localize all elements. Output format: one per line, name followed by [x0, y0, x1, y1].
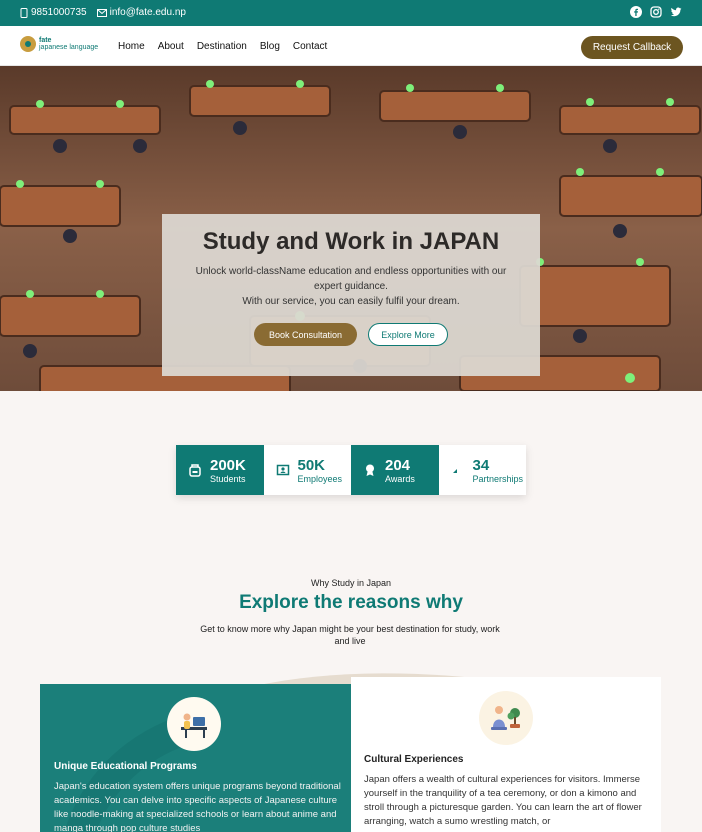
- stat-employees-text: 50K Employees: [298, 457, 343, 484]
- id-card-icon: [276, 464, 289, 476]
- hero-card: Study and Work in JAPAN Unlock world-cla…: [162, 214, 540, 376]
- logo-icon: [20, 36, 36, 52]
- phone-link[interactable]: 9851000735: [20, 7, 87, 18]
- facebook-icon[interactable]: [630, 6, 642, 18]
- stat-employees: 50K Employees: [263, 445, 351, 495]
- logo-text: fate japanese language: [39, 37, 98, 51]
- logo-line-1: fate: [39, 37, 52, 44]
- stat-value: 50K: [297, 456, 326, 474]
- instagram-icon[interactable]: [650, 6, 662, 18]
- stat-value: 204: [385, 456, 411, 474]
- phone-icon: [20, 7, 28, 18]
- stat-students: 200K Students: [176, 445, 264, 495]
- hero-section: Study and Work in JAPAN Unlock world-cla…: [0, 66, 702, 391]
- section-eyebrow: Why Study in Japan: [310, 578, 392, 588]
- card-title: Cultural Experiences: [364, 754, 464, 765]
- section-subtitle: Get to know more why Japan might be your…: [200, 624, 500, 646]
- stat-partnerships: 34 Partnerships: [438, 445, 526, 495]
- nav-item-home[interactable]: Home: [118, 41, 145, 52]
- bonsai-person-icon: [491, 706, 520, 730]
- section-title: Explore the reasons why: [239, 592, 463, 613]
- handshake-icon: [452, 469, 457, 473]
- reason-card-cultural: Cultural Experiences Japan offers a weal…: [351, 677, 661, 832]
- mail-icon: [96, 8, 107, 17]
- phone-number: 9851000735: [31, 7, 87, 18]
- nav-item-about[interactable]: About: [158, 41, 184, 52]
- stat-awards-text: 204 Awards: [385, 457, 415, 484]
- hero-description: Unlock world-className education and end…: [162, 264, 540, 309]
- hero-buttons: Book Consultation Explore More: [162, 323, 540, 346]
- stat-students-text: 200K Students: [210, 457, 246, 484]
- stat-value: 34: [472, 456, 490, 474]
- twitter-icon[interactable]: [670, 6, 682, 18]
- student-desk-icon: [181, 713, 207, 738]
- stat-label: Awards: [385, 473, 415, 484]
- graduation-icon: [189, 464, 201, 477]
- stats-bar: 200K Students 50K Employees 204 Awards 3…: [176, 445, 526, 495]
- nav-item-blog[interactable]: Blog: [260, 41, 280, 52]
- site-logo[interactable]: fate japanese language: [20, 36, 98, 52]
- logo-line-2: japanese language: [39, 44, 99, 51]
- card-illustration: [479, 691, 533, 745]
- book-consultation-button[interactable]: Book Consultation: [254, 323, 357, 346]
- card-text: Japan offers a wealth of cultural experi…: [364, 774, 642, 827]
- stat-partnerships-text: 34 Partnerships: [473, 457, 524, 484]
- card-illustration: [167, 697, 221, 751]
- explore-more-button[interactable]: Explore More: [368, 323, 448, 346]
- card-title: Unique Educational Programs: [54, 761, 197, 772]
- contact-info: 9851000735 info@fate.edu.np: [20, 7, 186, 18]
- reason-card-educational: Unique Educational Programs Japan's educ…: [40, 684, 351, 832]
- stat-label: Students: [210, 473, 246, 484]
- nav-menu: Home About Destination Blog Contact: [118, 41, 327, 52]
- top-bar: 9851000735 info@fate.edu.np: [0, 0, 702, 26]
- social-links: [630, 6, 682, 18]
- hero-text-line-2: With our service, you can easily fulfil …: [242, 296, 460, 307]
- hero-title: Study and Work in JAPAN: [202, 228, 500, 255]
- email-link[interactable]: info@fate.edu.np: [96, 7, 186, 18]
- hero-text-line-1: Unlock world-className education and end…: [195, 266, 507, 292]
- main-navigation: fate japanese language Home About Destin…: [0, 26, 702, 66]
- request-callback-button[interactable]: Request Callback: [581, 36, 683, 59]
- stat-label: Employees: [297, 473, 343, 484]
- card-text: Japan's education system offers unique p…: [54, 781, 341, 832]
- stat-value: 200K: [210, 456, 246, 474]
- award-icon: [366, 464, 374, 476]
- email-address: info@fate.edu.np: [109, 7, 186, 18]
- nav-item-destination[interactable]: Destination: [197, 41, 247, 52]
- stat-awards: 204 Awards: [351, 445, 439, 495]
- stat-label: Partnerships: [472, 473, 524, 484]
- nav-item-contact[interactable]: Contact: [293, 41, 327, 52]
